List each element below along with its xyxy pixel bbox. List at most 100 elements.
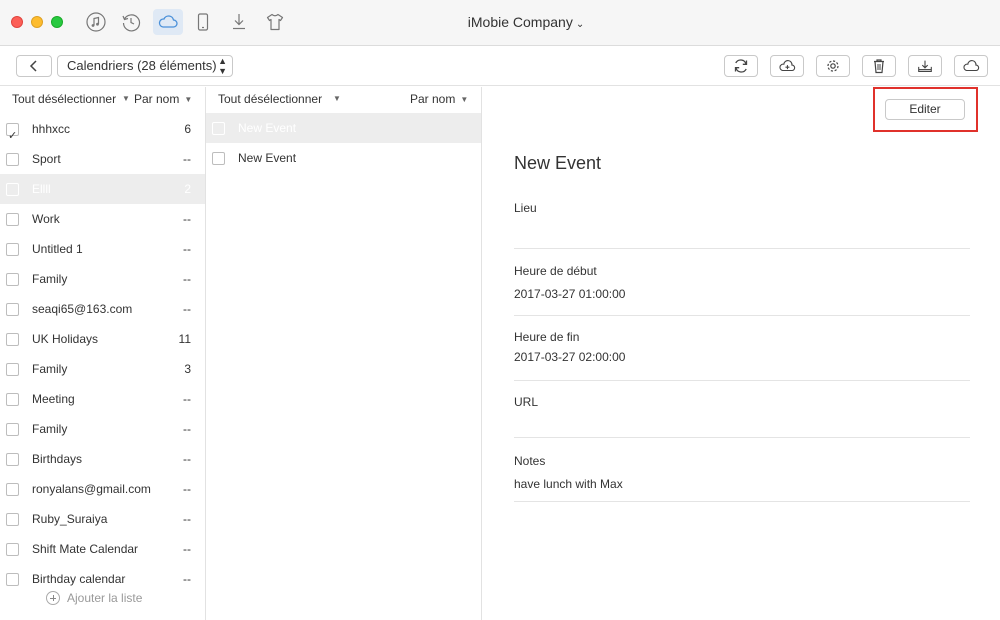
calendar-name: Ellll [32, 182, 51, 196]
cloud-upload-icon [779, 60, 796, 72]
deselect-all-button[interactable]: Tout désélectionner [218, 87, 322, 111]
triangle-down-icon[interactable]: ▼ [122, 87, 130, 111]
event-title: New Event [514, 153, 602, 173]
calendar-checkbox[interactable] [6, 213, 19, 226]
calendar-name: seaqi65@163.com [32, 302, 133, 316]
calendar-count: -- [183, 242, 191, 256]
event-list-header: Tout désélectionner ▼ Par nom ▼ [206, 87, 481, 113]
event-detail-panel: Editer New Event Lieu Heure de début 201… [482, 87, 1000, 620]
category-select[interactable]: Calendriers (28 éléments) ▲ ▼ [57, 55, 233, 77]
calendar-name: Family [32, 272, 68, 286]
calendar-list-item[interactable]: Birthday calendar -- [0, 564, 205, 594]
edit-button[interactable]: Editer [885, 99, 965, 120]
calendar-list-item[interactable]: Ruby_Suraiya -- [0, 504, 205, 534]
calendar-list-item[interactable]: Untitled 1 -- [0, 234, 205, 264]
calendar-list-item[interactable]: UK Holidays 11 [0, 324, 205, 354]
back-button[interactable] [16, 55, 52, 77]
calendar-count: -- [183, 452, 191, 466]
calendar-checkbox[interactable] [6, 303, 19, 316]
calendar-name: Birthdays [32, 452, 83, 466]
calendar-list-item[interactable]: ronyalans@gmail.com -- [0, 474, 205, 504]
upload-to-cloud-button[interactable] [770, 55, 804, 77]
calendar-name: Work [32, 212, 60, 226]
calendar-list-header: Tout désélectionner ▼ Par nom ▼ [0, 87, 205, 113]
calendar-list-item[interactable]: Shift Mate Calendar -- [0, 534, 205, 564]
event-name: New Event [238, 121, 297, 135]
calendar-list-panel: Tout désélectionner ▼ Par nom ▼ ✓ hhhxcc 6 Sp… [0, 87, 206, 620]
calendar-list-item[interactable]: ✓ hhhxcc 6 [0, 114, 205, 144]
url-label: URL [514, 395, 539, 409]
calendar-list-item[interactable]: Family -- [0, 414, 205, 444]
start-time-field: Heure de début 2017-03-27 01:00:00 [514, 249, 970, 316]
location-field: Lieu [514, 197, 970, 249]
event-checkbox[interactable] [212, 122, 225, 135]
calendar-list-item[interactable]: Ellll 2 [0, 174, 205, 204]
calendar-count: 3 [184, 362, 191, 376]
event-list-item[interactable]: New Event [206, 113, 481, 143]
calendar-count: -- [183, 212, 191, 226]
end-time-field: Heure de fin 2017-03-27 02:00:00 [514, 316, 970, 381]
cloud-button[interactable] [954, 55, 988, 77]
export-to-computer-button[interactable] [908, 55, 942, 77]
calendar-checkbox[interactable]: ✓ [6, 123, 19, 142]
gear-icon [827, 60, 839, 72]
calendar-checkbox[interactable] [6, 423, 19, 436]
deselect-all-button[interactable]: Tout désélectionner [12, 87, 116, 111]
calendar-count: -- [183, 152, 191, 166]
calendar-count: -- [183, 422, 191, 436]
calendar-count: 6 [184, 122, 191, 136]
settings-button[interactable] [816, 55, 850, 77]
device-name-menu[interactable]: iMobie Company ⌄ [0, 14, 1000, 30]
export-icon [918, 60, 932, 72]
refresh-button[interactable] [724, 55, 758, 77]
calendar-count: -- [183, 482, 191, 496]
add-list-button[interactable]: Ajouter la liste [46, 591, 142, 605]
notes-field: Notes have lunch with Max [514, 438, 970, 502]
category-select-value: Calendriers (28 éléments) [67, 58, 217, 73]
calendar-name: Shift Mate Calendar [32, 542, 139, 556]
calendar-name: hhhxcc [32, 122, 71, 136]
calendar-checkbox[interactable] [6, 333, 19, 346]
calendar-list-item[interactable]: Meeting -- [0, 384, 205, 414]
calendar-checkbox[interactable] [6, 363, 19, 376]
device-name: iMobie Company [467, 14, 573, 30]
calendar-checkbox[interactable] [6, 513, 19, 526]
calendar-checkbox[interactable] [6, 243, 19, 256]
calendar-list-item[interactable]: Work -- [0, 204, 205, 234]
calendar-checkbox[interactable] [6, 483, 19, 496]
event-checkbox[interactable] [212, 152, 225, 165]
end-time-label: Heure de fin [514, 330, 580, 344]
calendar-checkbox[interactable] [6, 453, 19, 466]
calendar-list-item[interactable]: seaqi65@163.com -- [0, 294, 205, 324]
delete-button[interactable] [862, 55, 896, 77]
calendar-list-item[interactable]: Birthdays -- [0, 444, 205, 474]
sort-button[interactable]: Par nom ▼ [134, 87, 192, 112]
notes-label: Notes [514, 454, 546, 468]
calendar-checkbox[interactable] [6, 543, 19, 556]
chevron-left-icon [29, 60, 37, 72]
event-name: New Event [238, 151, 297, 165]
calendar-list-item[interactable]: Family -- [0, 264, 205, 294]
title-bar: iMobie Company ⌄ [0, 0, 1000, 46]
calendar-count: -- [183, 392, 191, 406]
calendar-checkbox[interactable] [6, 393, 19, 406]
calendar-checkbox[interactable] [6, 573, 19, 586]
notes-value: have lunch with Max [514, 477, 623, 491]
sort-button[interactable]: Par nom ▼ [410, 87, 468, 112]
event-list-panel: Tout désélectionner ▼ Par nom ▼ New Event N… [206, 87, 482, 620]
calendar-list-item[interactable]: Family 3 [0, 354, 205, 384]
triangle-down-icon[interactable]: ▼ [333, 87, 341, 111]
calendar-name: Ruby_Suraiya [32, 512, 108, 526]
calendar-list-item[interactable]: Sport -- [0, 144, 205, 174]
calendar-checkbox[interactable] [6, 183, 19, 196]
app-window: iMobie Company ⌄ Calendriers (28 éléments… [0, 0, 1000, 620]
calendar-checkbox[interactable] [6, 273, 19, 286]
calendar-checkbox[interactable] [6, 153, 19, 166]
end-time-value: 2017-03-27 02:00:00 [514, 350, 626, 364]
sort-label: Par nom [410, 92, 456, 106]
calendar-list: ✓ hhhxcc 6 Sport -- Ellll 2 Work -- Untitled 1 -- F… [0, 114, 205, 594]
start-time-value: 2017-03-27 01:00:00 [514, 287, 626, 301]
calendar-count: 2 [184, 182, 191, 196]
add-list-label: Ajouter la liste [67, 591, 143, 605]
event-list-item[interactable]: New Event [206, 143, 481, 173]
